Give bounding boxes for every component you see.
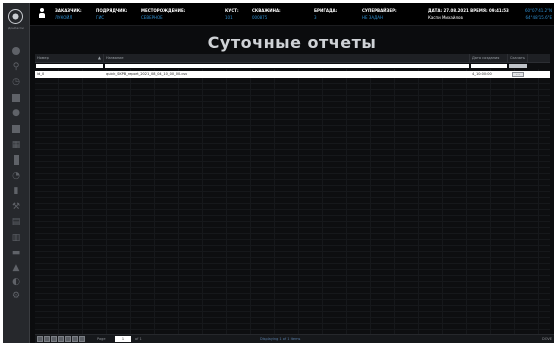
header-field-customer: ЗАКАЗЧИК: ЛУКОЙЛ <box>55 8 82 20</box>
cell-date: 4_10:00:00 <box>472 72 492 76</box>
filter-number-input[interactable] <box>36 64 103 68</box>
column-header-download[interactable]: Скачать <box>508 54 528 62</box>
logo-icon[interactable] <box>8 9 23 24</box>
header-field-supervisor: СУПЕРВАЙЗЕР: НЕ ЗАДАН <box>362 8 397 20</box>
pipe-icon[interactable]: ▤ <box>10 216 22 228</box>
column-header-name[interactable]: Название <box>104 54 470 62</box>
gps-lat: 60°07'41.2"N <box>524 8 552 13</box>
cell-number: id_0 <box>37 72 45 76</box>
column-label: Дата создания <box>472 56 500 60</box>
document-icon[interactable] <box>10 92 22 104</box>
user-icon[interactable] <box>39 8 45 18</box>
field-key: ЗАКАЗЧИК: <box>55 8 82 13</box>
filter-row <box>35 63 550 69</box>
column-header-date[interactable]: Дата создания <box>470 54 508 62</box>
operator-name: Каспи Михайлов <box>428 15 463 20</box>
page-of-label: of 1 <box>135 337 142 341</box>
gps-lon: 64°48'15.6"E <box>525 15 552 20</box>
page-number-input[interactable] <box>115 336 131 342</box>
field-key: СУПЕРВАЙЗЕР: <box>362 8 397 13</box>
header-field-deposit: МЕСТОРОЖДЕНИЕ: СЕВЕРНОЕ <box>141 8 185 20</box>
pager-status: Displaying 1 of 1 items <box>260 337 301 341</box>
wrench-icon[interactable]: ⚒ <box>10 201 22 213</box>
circle-icon[interactable] <box>10 45 22 57</box>
tank-icon[interactable]: ◐ <box>10 276 22 288</box>
download-button[interactable]: ... <box>512 72 524 77</box>
datetime-text: ДАТА: 27.08.2021 ВРЕМЯ: 09:41:53 <box>428 8 509 13</box>
field-value: 101 <box>225 15 233 20</box>
filter-download-button[interactable] <box>509 64 527 68</box>
list-icon[interactable]: ▬ <box>10 247 22 259</box>
chart-icon[interactable]: ▦ <box>10 139 22 151</box>
column-header-number[interactable]: Номер ▲ <box>35 54 104 62</box>
sort-asc-icon[interactable]: ▲ <box>98 54 101 62</box>
header-field-contractor: ПОДРЯДЧИК: ГИС <box>96 8 127 20</box>
reports-table: Номер ▲ Название Дата создания Скачать i… <box>35 54 550 336</box>
settings-button[interactable] <box>79 336 85 342</box>
thermometer-icon[interactable]: ▮ <box>10 185 22 197</box>
cog-icon[interactable] <box>10 154 22 166</box>
next-page-button[interactable] <box>58 336 64 342</box>
header-field-crew: БРИГАДА: 3 <box>314 8 337 20</box>
field-value: ГИС <box>96 15 105 20</box>
drop-icon[interactable]: ● <box>10 107 22 119</box>
table-row[interactable]: id_0 quick_SKPB_report_2021_08_04_10_00_… <box>35 71 550 78</box>
column-label: Скачать <box>510 56 526 60</box>
pager-right-label: DOVE <box>542 337 552 341</box>
header-field-well: СКВАЖИНА: 000875 <box>252 8 281 20</box>
field-key: КУСТ: <box>225 8 239 13</box>
field-value: 000875 <box>252 15 268 20</box>
gauge-icon[interactable]: ◔ <box>10 170 22 182</box>
calendar-icon[interactable]: ▥ <box>10 232 22 244</box>
filter-date-input[interactable] <box>471 64 507 68</box>
first-page-button[interactable] <box>44 336 50 342</box>
column-label: Название <box>106 56 124 60</box>
plug-icon[interactable]: ⚲ <box>10 61 22 73</box>
field-value: СЕВЕРНОЕ <box>141 15 163 20</box>
export-button[interactable] <box>72 336 78 342</box>
tool-icon[interactable]: ⚙ <box>10 290 22 302</box>
field-value: ЛУКОЙЛ <box>55 15 73 20</box>
database-icon[interactable]: ▲ <box>10 262 22 274</box>
logo-label: ДонКаспи <box>8 26 24 30</box>
field-key: МЕСТОРОЖДЕНИЕ: <box>141 8 186 13</box>
field-value: НЕ ЗАДАН <box>362 15 383 20</box>
page-title: Суточные отчеты <box>207 33 377 52</box>
field-value: 3 <box>314 15 317 20</box>
refresh-button[interactable] <box>37 336 43 342</box>
sidebar: ДонКаспи ⚲ ◷ ● ▦ ◔ ▮ ⚒ ▤ ▥ ▬ ▲ ◐ ⚙ <box>3 3 30 343</box>
info-header: ЗАКАЗЧИК: ЛУКОЙЛ ПОДРЯДЧИК: ГИС МЕСТОРОЖ… <box>30 3 554 26</box>
report-icon[interactable] <box>10 123 22 135</box>
pager: Page of 1 Displaying 1 of 1 items DOVE <box>35 334 554 343</box>
cell-name: quick_SKPB_report_2021_08_04_10_00_00.cs… <box>106 72 188 76</box>
page-label: Page <box>97 337 106 341</box>
header-field-pad: КУСТ: 101 <box>225 8 239 20</box>
table-header: Номер ▲ Название Дата создания Скачать <box>35 54 550 63</box>
app-window: ДонКаспи ⚲ ◷ ● ▦ ◔ ▮ ⚒ ▤ ▥ ▬ ▲ ◐ ⚙ ЗАКАЗ… <box>3 3 554 343</box>
gps-coordinates: 60°07'41.2"N 64°48'15.6"E <box>525 8 552 20</box>
field-key: СКВАЖИНА: <box>252 8 281 13</box>
filter-name-input[interactable] <box>105 64 469 68</box>
column-label: Номер <box>37 56 49 60</box>
field-key: БРИГАДА: <box>314 8 338 13</box>
header-datetime: ДАТА: 27.08.2021 ВРЕМЯ: 09:41:53 Каспи М… <box>428 8 509 20</box>
clock-icon[interactable]: ◷ <box>10 76 22 88</box>
prev-page-button[interactable] <box>51 336 57 342</box>
field-key: ПОДРЯДЧИК: <box>96 8 128 13</box>
last-page-button[interactable] <box>65 336 71 342</box>
